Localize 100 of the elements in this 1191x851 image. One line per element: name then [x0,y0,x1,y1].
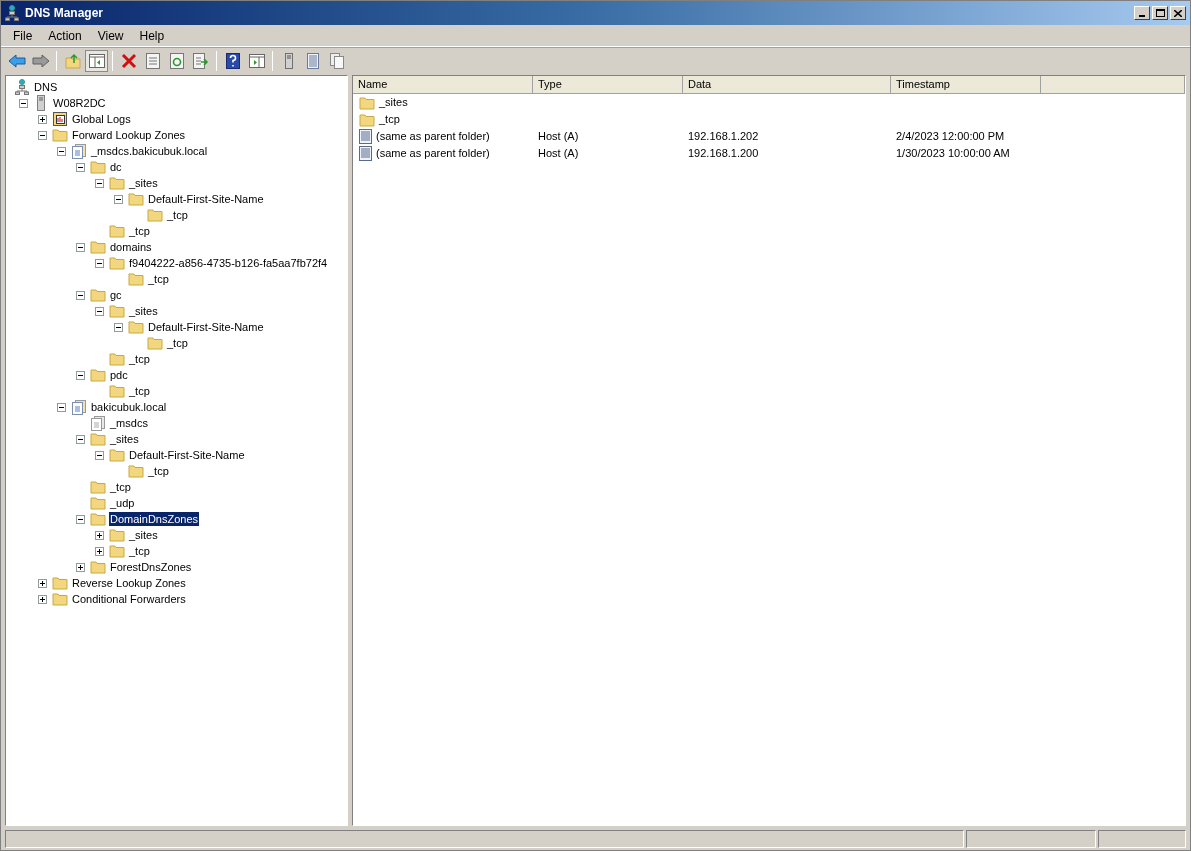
minimize-button[interactable] [1134,6,1150,20]
collapse-toggle[interactable] [76,290,85,300]
zone-icon [71,143,87,159]
tree-item[interactable]: _msdcs.bakicubuk.local [90,144,209,158]
collapse-toggle[interactable] [95,178,104,188]
tree-item[interactable]: _sites [109,432,140,446]
column-header[interactable]: Timestamp [891,76,1041,94]
tree-item[interactable]: Default-First-Site-Name [147,320,265,334]
tree-item[interactable]: _tcp [147,272,170,286]
network-icon [15,79,29,95]
menu-item[interactable]: Help [133,26,171,45]
folder-icon [90,496,106,510]
list-item[interactable]: _tcp [379,111,400,128]
collapse-toggle[interactable] [76,242,85,252]
folder-icon [52,576,68,590]
folder-icon [90,160,106,174]
tree-item[interactable]: Reverse Lookup Zones [71,576,187,590]
tree-item[interactable]: W08R2DC [52,96,107,110]
folder-icon [90,368,106,382]
tree-item[interactable]: DNS [33,80,59,94]
tree-item[interactable]: _sites [128,304,159,318]
tree-item[interactable]: ForestDnsZones [109,560,193,574]
tree-item[interactable]: _tcp [128,224,151,238]
expand-toggle[interactable] [95,530,104,540]
collapse-toggle[interactable] [114,194,123,204]
collapse-toggle[interactable] [95,450,104,460]
record-icon [359,129,372,144]
folder-icon [90,288,106,302]
collapse-toggle[interactable] [95,258,104,268]
table-cell: Host (A) [538,147,579,160]
folder-icon [90,240,106,254]
list-item[interactable]: _sites [379,94,408,111]
tree-item[interactable]: Global Logs [71,112,132,126]
folder-icon [109,176,125,190]
tree-item[interactable]: Default-First-Site-Name [128,448,246,462]
menu-item[interactable]: View [91,26,130,45]
collapse-toggle[interactable] [57,402,66,412]
list-icon [306,52,319,69]
export-list-icon [192,52,209,69]
collapse-toggle[interactable] [57,146,66,156]
folder-icon [128,272,144,286]
column-header[interactable]: Name [353,76,533,94]
window-title: DNS Manager [25,5,104,22]
forward-arrow-icon [31,53,50,68]
collapse-toggle[interactable] [76,514,85,524]
tree-item[interactable]: dc [109,160,123,174]
tree-item[interactable]: f9404222-a856-4735-b126-fa5aa7fb72f4 [128,256,329,270]
collapse-toggle[interactable] [76,434,85,444]
folder-icon [90,432,106,446]
tree-item[interactable]: _msdcs [109,416,149,430]
table-cell: 192.168.1.202 [688,130,759,143]
table-cell: Host (A) [538,130,579,143]
tree-item[interactable]: bakicubuk.local [90,400,168,414]
list-item[interactable]: (same as parent folder) [376,128,490,145]
tree-item[interactable]: Conditional Forwarders [71,592,187,606]
tree-item[interactable]: _tcp [109,480,132,494]
collapse-toggle[interactable] [76,370,85,380]
column-header[interactable]: Data [683,76,891,94]
tree-item[interactable]: pdc [109,368,129,382]
tree-item[interactable]: Forward Lookup Zones [71,128,187,142]
tree-item[interactable]: _tcp [147,464,170,478]
tree-item[interactable]: _udp [109,496,136,510]
maximize-button[interactable] [1152,6,1168,20]
help-icon [225,52,240,69]
menu-item[interactable]: Action [42,26,88,45]
refresh-icon [169,52,184,69]
list-item[interactable]: (same as parent folder) [376,145,490,162]
folder-icon [359,112,375,127]
column-header[interactable]: Type [533,76,683,94]
delete-icon [120,52,137,69]
collapse-toggle[interactable] [95,306,104,316]
tree-item[interactable]: DomainDnsZones [109,512,200,526]
folder-icon [109,544,125,558]
tree-item[interactable]: domains [109,240,153,254]
collapse-toggle[interactable] [114,322,123,332]
expand-toggle[interactable] [38,594,47,604]
tree-item[interactable]: _tcp [128,544,151,558]
server-icon [284,52,293,69]
expand-toggle[interactable] [38,114,47,124]
collapse-toggle[interactable] [19,98,28,108]
tree-item[interactable]: gc [109,288,123,302]
menu-item[interactable]: File [7,26,39,45]
table-cell: 192.168.1.200 [688,147,759,160]
expand-toggle[interactable] [76,562,85,572]
collapse-toggle[interactable] [38,130,47,140]
tree-item[interactable]: _tcp [166,208,189,222]
expand-toggle[interactable] [95,546,104,556]
expand-toggle[interactable] [38,578,47,588]
console-tree-button[interactable] [85,49,108,72]
close-button[interactable] [1170,6,1186,20]
folder-icon [90,560,106,574]
tree-item[interactable]: _tcp [166,336,189,350]
tree-item[interactable]: Default-First-Site-Name [147,192,265,206]
collapse-toggle[interactable] [76,162,85,172]
tree-item[interactable]: _sites [128,528,159,542]
folder-icon [52,128,68,142]
tree-item[interactable]: _sites [128,176,159,190]
tree-item[interactable]: _tcp [128,384,151,398]
tree-item[interactable]: _tcp [128,352,151,366]
folder-icon [109,528,125,542]
